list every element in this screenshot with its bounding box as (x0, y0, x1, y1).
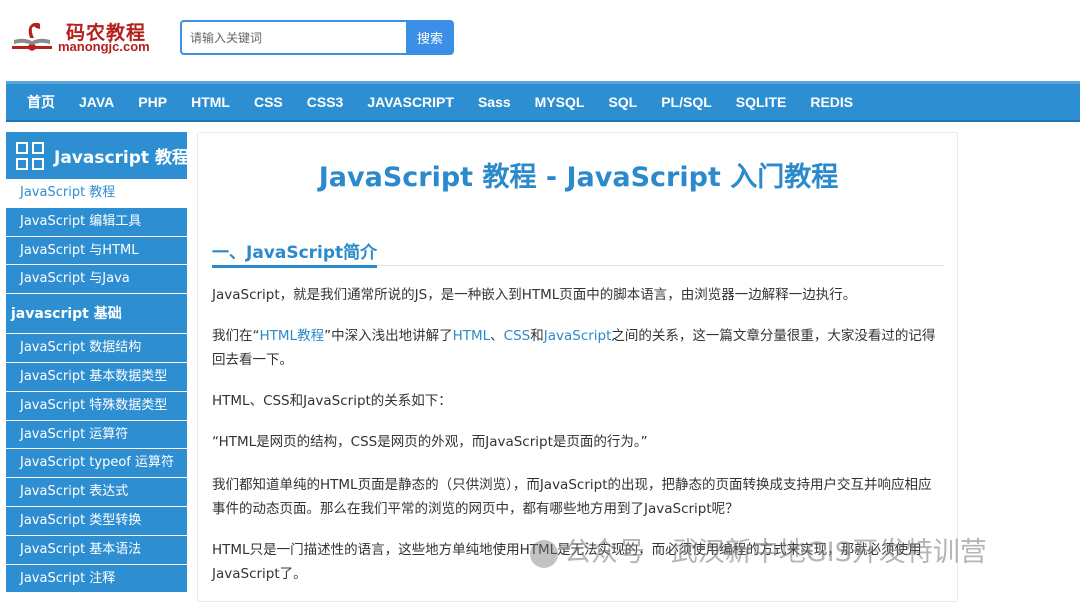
paragraph-intro: JavaScript，就是我们通常所说的JS，是一种嵌入到HTML页面中的脚本语… (212, 287, 857, 303)
sidebar-item-typeof[interactable]: JavaScript typeof 运算符 (6, 449, 187, 479)
logo-domain: manongjc.com (58, 39, 150, 54)
link-html-tutorial[interactable]: HTML教程 (260, 328, 325, 344)
sidebar-group-basics: javascript 基础 (6, 294, 187, 335)
nav-item-home[interactable]: 首页 (27, 92, 55, 112)
p2-text-d: 和 (530, 328, 544, 344)
sidebar-item-js-tutorial[interactable]: JavaScript 教程 (6, 179, 187, 208)
sidebar-item-js-html[interactable]: JavaScript 与HTML (6, 236, 187, 266)
link-css[interactable]: CSS (504, 328, 531, 344)
sidebar-item-type-conversion[interactable]: JavaScript 类型转换 (6, 506, 187, 536)
nav-item-sql[interactable]: SQL (608, 94, 637, 110)
search-bar: 搜索 (180, 20, 454, 55)
nav-item-html[interactable]: HTML (191, 94, 230, 110)
nav-item-css[interactable]: CSS (254, 94, 283, 110)
watermark: 公众号 · 武汉新中地GIS开发特训营 (530, 530, 987, 569)
sidebar: Javascript 教程 JavaScript 教程 JavaScript 编… (6, 132, 189, 594)
nav-item-javascript[interactable]: JAVASCRIPT (367, 94, 454, 110)
sidebar-item-basic-types[interactable]: JavaScript 基本数据类型 (6, 362, 187, 392)
nav-item-redis[interactable]: REDIS (810, 94, 853, 110)
sidebar-item-operators[interactable]: JavaScript 运算符 (6, 420, 187, 450)
nav-item-plsql[interactable]: PL/SQL (661, 94, 712, 110)
sidebar-item-comments[interactable]: JavaScript 注释 (6, 564, 187, 594)
site-header: 码农教程 manongjc.com 搜索 (0, 0, 1080, 80)
nav-item-java[interactable]: JAVA (79, 94, 114, 110)
search-button[interactable]: 搜索 (406, 20, 454, 55)
grid-icon (16, 141, 44, 170)
nav-item-php[interactable]: PHP (138, 94, 167, 110)
sidebar-item-js-java[interactable]: JavaScript 与Java (6, 265, 187, 295)
section-heading-text: 一、JavaScript简介 (212, 238, 378, 268)
sidebar-item-special-types[interactable]: JavaScript 特殊数据类型 (6, 391, 187, 421)
section-heading: 一、JavaScript简介 (212, 238, 944, 268)
sidebar-item-js-editor[interactable]: JavaScript 编辑工具 (6, 207, 187, 237)
search-input[interactable] (180, 20, 408, 55)
site-logo[interactable]: 码农教程 manongjc.com (8, 16, 158, 56)
nav-item-mysql[interactable]: MYSQL (535, 94, 585, 110)
link-html[interactable]: HTML (453, 328, 491, 344)
sidebar-item-data-structure[interactable]: JavaScript 数据结构 (6, 334, 187, 363)
main-nav: 首页 JAVA PHP HTML CSS CSS3 JAVASCRIPT Sas… (6, 81, 1080, 122)
p2-text-b: ”中深入浅出地讲解了 (324, 328, 453, 344)
nav-item-sqlite[interactable]: SQLITE (736, 94, 787, 110)
logo-mark-icon (12, 22, 52, 51)
nav-item-css3[interactable]: CSS3 (307, 94, 344, 110)
p2-text-a: 我们在“ (212, 328, 260, 344)
wechat-icon (530, 539, 558, 568)
paragraph-static-dynamic: 我们都知道单纯的HTML页面是静态的（只供浏览），而JavaScript的出现，… (212, 477, 932, 517)
sidebar-title: Javascript 教程 (54, 148, 189, 168)
paragraph-relation-heading: HTML、CSS和JavaScript的关系如下： (212, 393, 452, 409)
sidebar-item-syntax[interactable]: JavaScript 基本语法 (6, 535, 187, 565)
watermark-text: 公众号 · 武汉新中地GIS开发特训营 (564, 537, 987, 568)
nav-item-sass[interactable]: Sass (478, 94, 511, 110)
paragraph-relationship: 我们在“HTML教程”中深入浅出地讲解了HTML、CSS和JavaScript之… (212, 324, 944, 372)
p2-text-c: 、 (490, 328, 504, 344)
link-javascript[interactable]: JavaScript (544, 328, 612, 344)
sidebar-item-expressions[interactable]: JavaScript 表达式 (6, 478, 187, 507)
paragraph-quote: “HTML是网页的结构，CSS是网页的外观，而JavaScript是页面的行为。… (212, 434, 648, 450)
sidebar-header: Javascript 教程 (6, 132, 189, 179)
page-title: JavaScript 教程 - JavaScript 入门教程 (318, 162, 839, 193)
